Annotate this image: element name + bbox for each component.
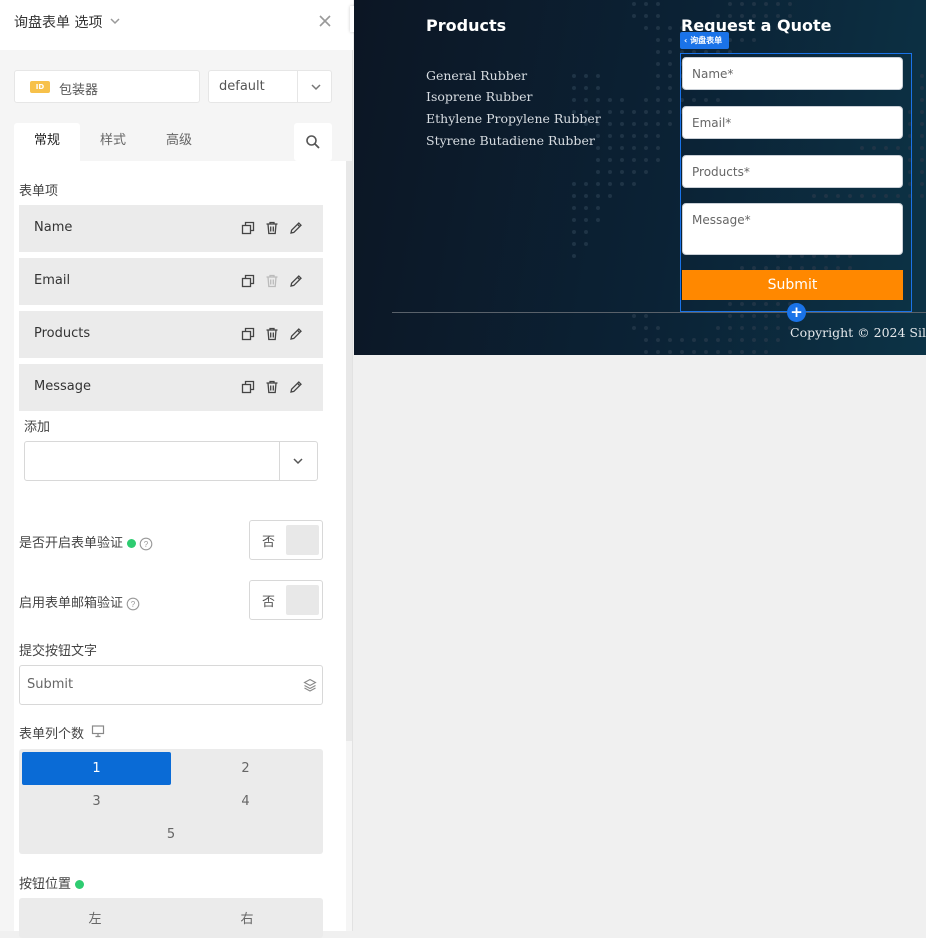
name-field[interactable]: Name*	[682, 57, 903, 90]
preset-value: default	[219, 79, 265, 94]
help-icon[interactable]: ?	[126, 597, 140, 611]
button-position-label-row: 按钮位置	[19, 873, 85, 892]
svg-text:?: ?	[131, 600, 136, 609]
form-item-row[interactable]: Message	[19, 364, 323, 411]
position-option-left[interactable]: 左	[19, 908, 171, 927]
columns-selector: 1 2 3 4 5	[19, 749, 323, 854]
footer-divider	[392, 312, 926, 313]
monitor-icon[interactable]	[91, 724, 105, 738]
chevron-down-icon[interactable]	[108, 14, 122, 28]
position-option-right[interactable]: 右	[171, 908, 323, 927]
divider	[279, 442, 280, 480]
close-icon[interactable]	[316, 12, 334, 30]
tab-advanced[interactable]: 高级	[146, 123, 212, 161]
form-item-row[interactable]: Email	[19, 258, 323, 305]
help-icon[interactable]: ?	[139, 537, 153, 551]
edit-icon[interactable]	[289, 274, 303, 288]
column-option-1[interactable]: 1	[22, 752, 171, 785]
message-field[interactable]: Message*	[682, 203, 903, 255]
form-item-label: Email	[34, 273, 71, 288]
edit-icon[interactable]	[289, 221, 303, 235]
columns-label: 表单列个数	[19, 727, 85, 742]
preset-select[interactable]: default	[208, 70, 332, 103]
column-option-5[interactable]: 5	[22, 818, 320, 851]
submit-button[interactable]: Submit	[682, 270, 903, 300]
layers-icon[interactable]	[303, 678, 317, 692]
edit-icon[interactable]	[289, 380, 303, 394]
product-link[interactable]: Isoprene Rubber	[426, 89, 533, 104]
column-option-3[interactable]: 3	[22, 785, 171, 818]
trash-icon[interactable]	[265, 380, 279, 394]
tab-general[interactable]: 常规	[14, 123, 80, 161]
column-option-4[interactable]: 4	[171, 785, 320, 818]
toggle-knob	[286, 585, 319, 615]
copy-icon[interactable]	[241, 380, 255, 394]
panel-title: 询盘表单 选项	[14, 15, 103, 31]
submit-text-value: Submit	[27, 677, 74, 692]
selected-element-label: 询盘表单	[690, 36, 723, 45]
form-validation-toggle[interactable]: 否	[249, 520, 323, 560]
settings-panel: 询盘表单 选项 ID 包装器 default 常规 样式 高级 表单项 Name…	[0, 0, 353, 938]
button-position-label: 按钮位置	[19, 877, 72, 892]
submit-text-label: 提交按钮文字	[19, 644, 98, 659]
svg-text:?: ?	[144, 540, 149, 549]
column-option-2[interactable]: 2	[171, 752, 320, 785]
edit-icon[interactable]	[289, 327, 303, 341]
form-validation-label: 是否开启表单验证	[19, 536, 124, 551]
add-item-select[interactable]	[24, 441, 318, 481]
toggle-value: 否	[262, 595, 276, 610]
email-validation-toggle[interactable]: 否	[249, 580, 323, 620]
panel-header: 询盘表单 选项	[0, 0, 353, 50]
scrollbar[interactable]	[346, 161, 352, 741]
wrapper-selector[interactable]: ID 包装器	[14, 70, 200, 103]
search-icon	[306, 135, 320, 149]
button-position-selector: 左 右	[19, 898, 323, 938]
products-field[interactable]: Products*	[682, 155, 903, 188]
form-items-label: 表单项	[19, 184, 59, 199]
id-badge: ID	[30, 81, 50, 93]
product-link[interactable]: Ethylene Propylene Rubber	[426, 111, 601, 126]
add-element-button[interactable]: +	[787, 303, 806, 322]
form-item-label: Message	[34, 379, 91, 394]
copy-icon[interactable]	[241, 327, 255, 341]
site-preview: Products General Rubber Isoprene Rubber …	[354, 0, 926, 355]
tab-style[interactable]: 样式	[80, 123, 146, 161]
submit-text-input[interactable]: Submit	[19, 665, 323, 705]
copy-icon[interactable]	[241, 274, 255, 288]
chevron-down-icon[interactable]	[309, 80, 323, 94]
email-validation-label: 启用表单邮箱验证	[19, 596, 124, 611]
add-label: 添加	[24, 420, 51, 435]
divider	[297, 71, 298, 102]
trash-icon[interactable]	[265, 221, 279, 235]
copy-icon[interactable]	[241, 221, 255, 235]
status-dot	[75, 880, 85, 889]
chevron-down-icon[interactable]	[291, 454, 305, 468]
status-dot	[127, 539, 137, 548]
toggle-knob	[286, 525, 319, 555]
email-validation-label-row: 启用表单邮箱验证?	[19, 592, 140, 611]
form-item-row[interactable]: Name	[19, 205, 323, 252]
toggle-value: 否	[262, 535, 276, 550]
trash-icon	[266, 274, 278, 288]
selected-element-tag[interactable]: ‹ 询盘表单	[680, 32, 730, 49]
form-item-label: Products	[34, 326, 91, 341]
form-validation-label-row: 是否开启表单验证?	[19, 532, 153, 551]
form-item-row[interactable]: Products	[19, 311, 323, 358]
trash-icon[interactable]	[265, 327, 279, 341]
search-button[interactable]	[294, 123, 332, 161]
product-link[interactable]: Styrene Butadiene Rubber	[426, 133, 595, 148]
form-item-label: Name	[34, 220, 73, 235]
products-heading: Products	[426, 16, 507, 35]
wrapper-label: 包装器	[59, 83, 99, 98]
email-field[interactable]: Email*	[682, 106, 903, 139]
tab-bar: 常规 样式 高级	[14, 123, 332, 161]
copyright-text: Copyright © 2024 Siluz	[790, 325, 926, 340]
product-link[interactable]: General Rubber	[426, 68, 527, 83]
